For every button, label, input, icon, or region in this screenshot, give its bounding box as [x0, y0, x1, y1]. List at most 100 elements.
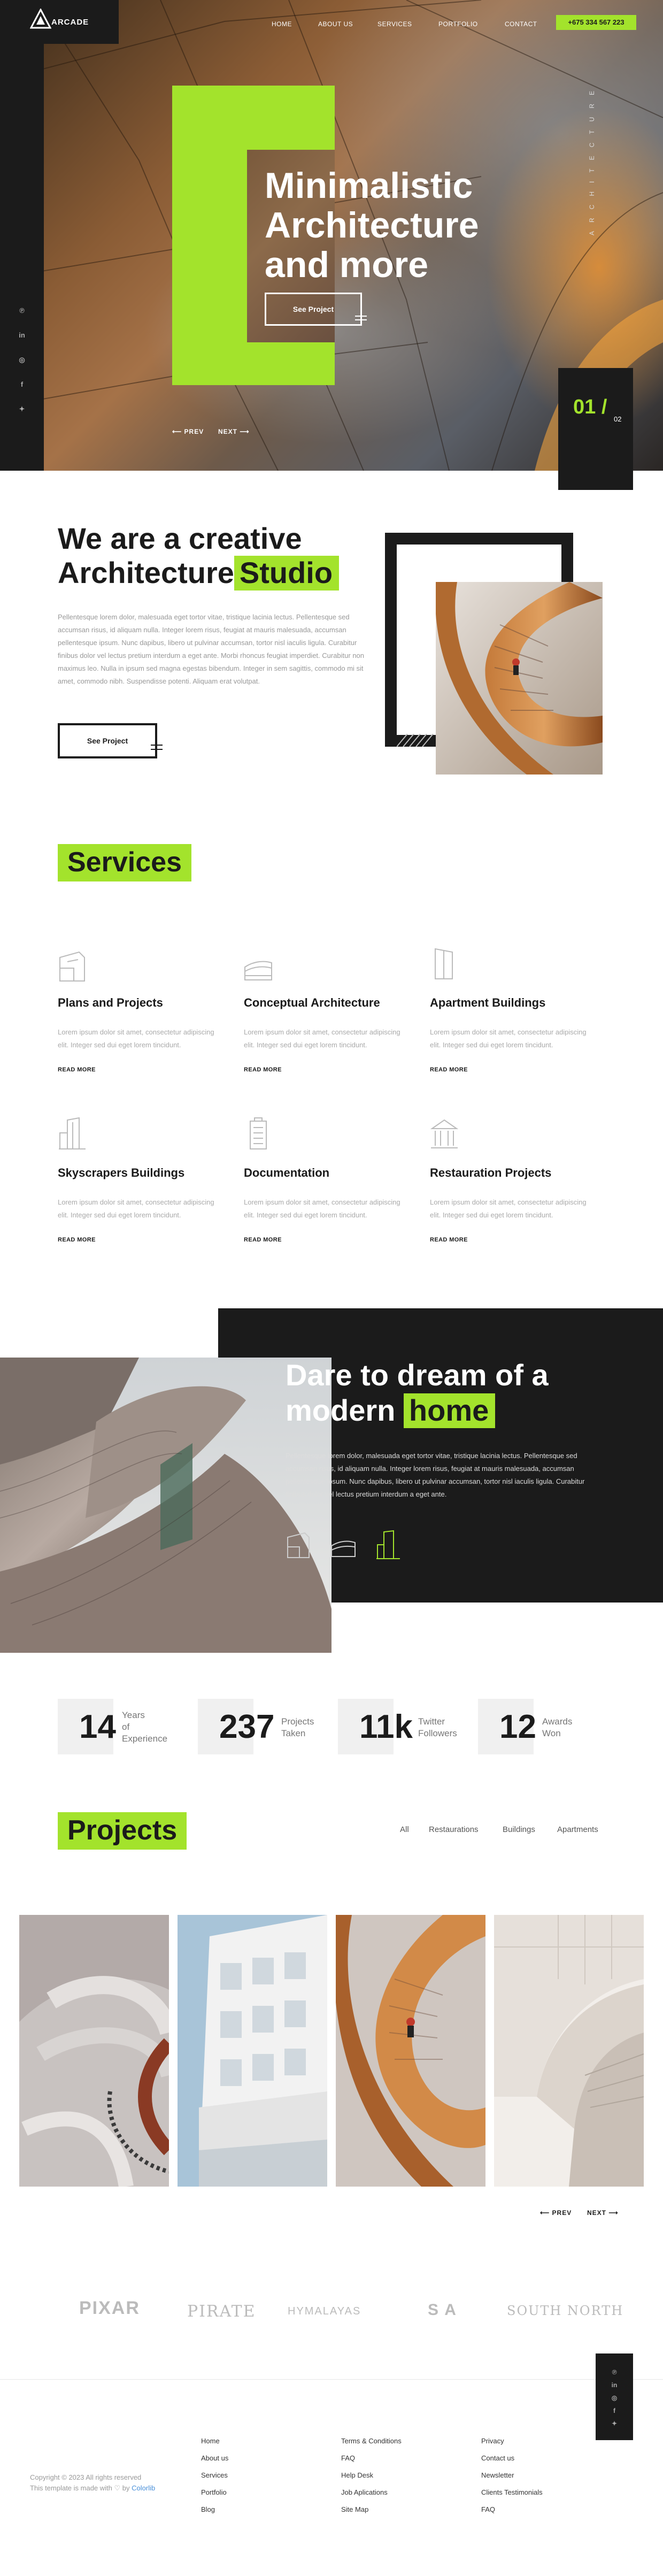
pinterest-icon[interactable]: ℗: [16, 305, 28, 317]
about-see-project-button[interactable]: See Project: [58, 723, 157, 758]
stat-value: 12: [499, 1708, 536, 1745]
footer-social-bar: ℗ in ◎ f ✦: [596, 2353, 633, 2440]
dream-building-image: [0, 1358, 332, 1653]
skyscraper-icon: [59, 1117, 86, 1149]
footer-link[interactable]: FAQ: [481, 2505, 495, 2513]
footer-link[interactable]: Portfolio: [201, 2488, 227, 2496]
twitter-icon[interactable]: ✦: [16, 403, 28, 415]
dream-title-highlight: home: [403, 1393, 496, 1428]
nav-services[interactable]: SERVICES: [377, 20, 412, 28]
footer-link[interactable]: FAQ: [341, 2454, 355, 2462]
colorlib-link[interactable]: Colorlib: [132, 2484, 155, 2492]
stat-label: Years of Experience: [122, 1710, 168, 1744]
footer-link[interactable]: Help Desk: [341, 2471, 373, 2479]
client-logo-hymalayas: HYMALAYAS: [288, 2305, 361, 2317]
hero-next-button[interactable]: NEXT ⟶: [218, 428, 250, 435]
about-title-highlight: Studio: [234, 556, 340, 591]
footer-link[interactable]: Privacy: [481, 2437, 504, 2445]
linkedin-icon[interactable]: in: [16, 329, 28, 341]
conceptual-building-icon: [331, 1540, 356, 1557]
twitter-icon[interactable]: ✦: [608, 2418, 620, 2429]
footer-link[interactable]: Blog: [201, 2505, 215, 2513]
footer-link[interactable]: Services: [201, 2471, 228, 2479]
classic-building-icon: [430, 1119, 459, 1148]
footer-link[interactable]: Contact us: [481, 2454, 514, 2462]
stat-value: 11k: [359, 1708, 413, 1745]
service-read-more-link[interactable]: READ MORE: [430, 1237, 468, 1243]
service-read-more-link[interactable]: READ MORE: [58, 1067, 96, 1073]
service-text: Lorem ipsum dolor sit amet, consectetur …: [430, 1198, 587, 1219]
stat-label: Twitter Followers: [418, 1716, 457, 1738]
footer-link[interactable]: Site Map: [341, 2505, 368, 2513]
service-title: Plans and Projects: [58, 996, 163, 1009]
client-logo-pixar: PIXAR: [79, 2298, 140, 2318]
filter-restaurations[interactable]: Restaurations: [429, 1825, 479, 1834]
facebook-icon[interactable]: f: [16, 379, 28, 390]
hero-see-project-button[interactable]: See Project: [265, 293, 362, 326]
service-text: Lorem ipsum dolor sit amet, consectetur …: [430, 1028, 587, 1049]
linkedin-icon[interactable]: in: [608, 2379, 620, 2391]
nav-home[interactable]: HOME: [272, 20, 292, 28]
social-sidebar: ℗ in ◎ f ✦: [0, 44, 44, 471]
service-text: Lorem ipsum dolor sit amet, consectetur …: [244, 1028, 400, 1049]
pinterest-icon[interactable]: ℗: [608, 2366, 620, 2378]
logo-triangle-icon: [30, 9, 51, 29]
stat-value: 237: [219, 1708, 275, 1745]
projects-prev-button[interactable]: ⟵ PREV: [540, 2209, 572, 2217]
client-logo-sa: S A: [428, 2301, 457, 2319]
project-image-spiral[interactable]: [19, 1915, 169, 2187]
nav-contact[interactable]: CONTACT: [505, 20, 537, 28]
house-plan-icon: [59, 951, 85, 982]
stat-value: 14: [79, 1708, 116, 1745]
client-logo-south-north: SOUTH NORTH: [507, 2303, 624, 2318]
project-image-stairs[interactable]: [336, 1915, 485, 2187]
project-image-building[interactable]: [178, 1915, 327, 2187]
instagram-icon[interactable]: ◎: [608, 2392, 620, 2404]
nav-portfolio[interactable]: PORTFOLIO: [438, 20, 478, 28]
filter-apartments[interactable]: Apartments: [557, 1825, 598, 1834]
stat-label: Awards Won: [542, 1716, 573, 1738]
about-stairs-image: [436, 582, 603, 775]
facebook-icon[interactable]: f: [608, 2405, 620, 2417]
footer-link[interactable]: Clients Testimonials: [481, 2488, 543, 2496]
document-icon: [250, 1117, 267, 1149]
logo-text: ARCADE: [51, 18, 89, 27]
button-decoration: [355, 319, 367, 320]
footer-link[interactable]: Home: [201, 2437, 220, 2445]
stat-projects: 237 Projects Taken: [198, 1699, 321, 1754]
slide-total: 02: [614, 415, 622, 423]
stat-awards: 12 Awards Won: [478, 1699, 601, 1754]
hero-prev-button[interactable]: ⟵ PREV: [172, 428, 204, 435]
service-title: Restauration Projects: [430, 1166, 552, 1179]
service-title: Conceptual Architecture: [244, 996, 380, 1009]
stat-followers: 11k Twitter Followers: [338, 1699, 461, 1754]
project-image-curves[interactable]: [494, 1915, 644, 2187]
top-navigation: ARCADE HOME ABOUT US SERVICES PORTFOLIO …: [0, 0, 663, 44]
stat-label: Projects Taken: [281, 1716, 314, 1738]
logo[interactable]: ARCADE: [0, 0, 119, 44]
hero-vertical-text: ARCHITECTURE: [588, 82, 596, 235]
service-text: Lorem ipsum dolor sit amet, consectetur …: [58, 1028, 214, 1049]
instagram-icon[interactable]: ◎: [16, 354, 28, 366]
service-read-more-link[interactable]: READ MORE: [58, 1237, 96, 1243]
footer-link[interactable]: About us: [201, 2454, 228, 2462]
footer-link[interactable]: Job Aplications: [341, 2488, 388, 2496]
nav-about-us[interactable]: ABOUT US: [318, 20, 353, 28]
button-decoration: [355, 316, 367, 317]
footer-link[interactable]: Terms & Conditions: [341, 2437, 402, 2445]
projects-next-button[interactable]: NEXT ⟶: [587, 2209, 619, 2217]
footer-link[interactable]: Newsletter: [481, 2471, 514, 2479]
button-decoration: [151, 749, 163, 750]
filter-all[interactable]: All: [400, 1825, 409, 1834]
filter-buildings[interactable]: Buildings: [503, 1825, 535, 1834]
slide-counter: 01 / 02: [558, 368, 633, 490]
frame-hatching: [397, 734, 434, 747]
footer-divider: [0, 2379, 663, 2380]
phone-number-button[interactable]: +675 334 567 223: [556, 15, 636, 30]
service-text: Lorem ipsum dolor sit amet, consectetur …: [58, 1198, 214, 1219]
service-read-more-link[interactable]: READ MORE: [244, 1237, 282, 1243]
service-read-more-link[interactable]: READ MORE: [430, 1067, 468, 1073]
about-paragraph: Pellentesque lorem dolor, malesuada eget…: [58, 613, 365, 685]
service-text: Lorem ipsum dolor sit amet, consectetur …: [244, 1198, 400, 1219]
service-read-more-link[interactable]: READ MORE: [244, 1067, 282, 1073]
